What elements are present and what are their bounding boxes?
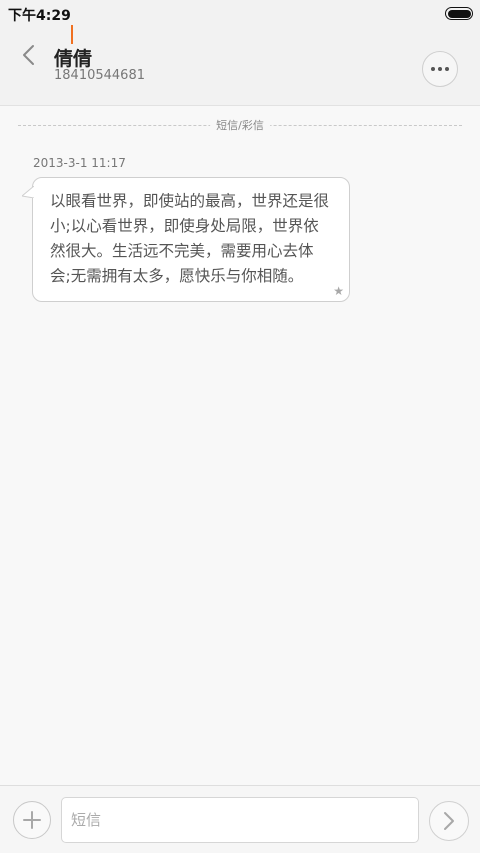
star-icon[interactable]: ★ (333, 284, 344, 298)
message-type-label: 短信/彩信 (210, 117, 270, 133)
chevron-left-icon (23, 45, 34, 65)
plus-icon (23, 811, 41, 829)
more-dots-icon (431, 67, 449, 71)
send-button[interactable] (429, 801, 469, 841)
text-caret (71, 25, 73, 44)
back-button[interactable] (14, 40, 44, 70)
message-type-divider: 短信/彩信 (18, 116, 462, 136)
message-bubble[interactable]: 以眼看世界，即使站的最高，世界还是很小;以心看世界，即使身处局限，世界依然很大。… (22, 177, 350, 302)
more-options-button[interactable] (422, 51, 458, 87)
bubble-tail (22, 186, 34, 198)
message-composer (0, 785, 480, 853)
contact-name: 倩倩 (54, 48, 93, 70)
message-text: 以眼看世界，即使站的最高，世界还是很小;以心看世界，即使身处局限，世界依然很大。… (50, 192, 330, 285)
battery-full-icon (445, 7, 473, 20)
status-time: 下午4:29 (8, 8, 71, 24)
chevron-right-icon (444, 812, 454, 830)
message-input[interactable] (61, 797, 419, 843)
contact-number: 18410544681 (54, 68, 145, 83)
add-attachment-button[interactable] (13, 801, 51, 839)
message-timestamp: 2013-3-1 11:17 (33, 156, 126, 170)
status-bar: 下午4:29 (0, 0, 480, 28)
